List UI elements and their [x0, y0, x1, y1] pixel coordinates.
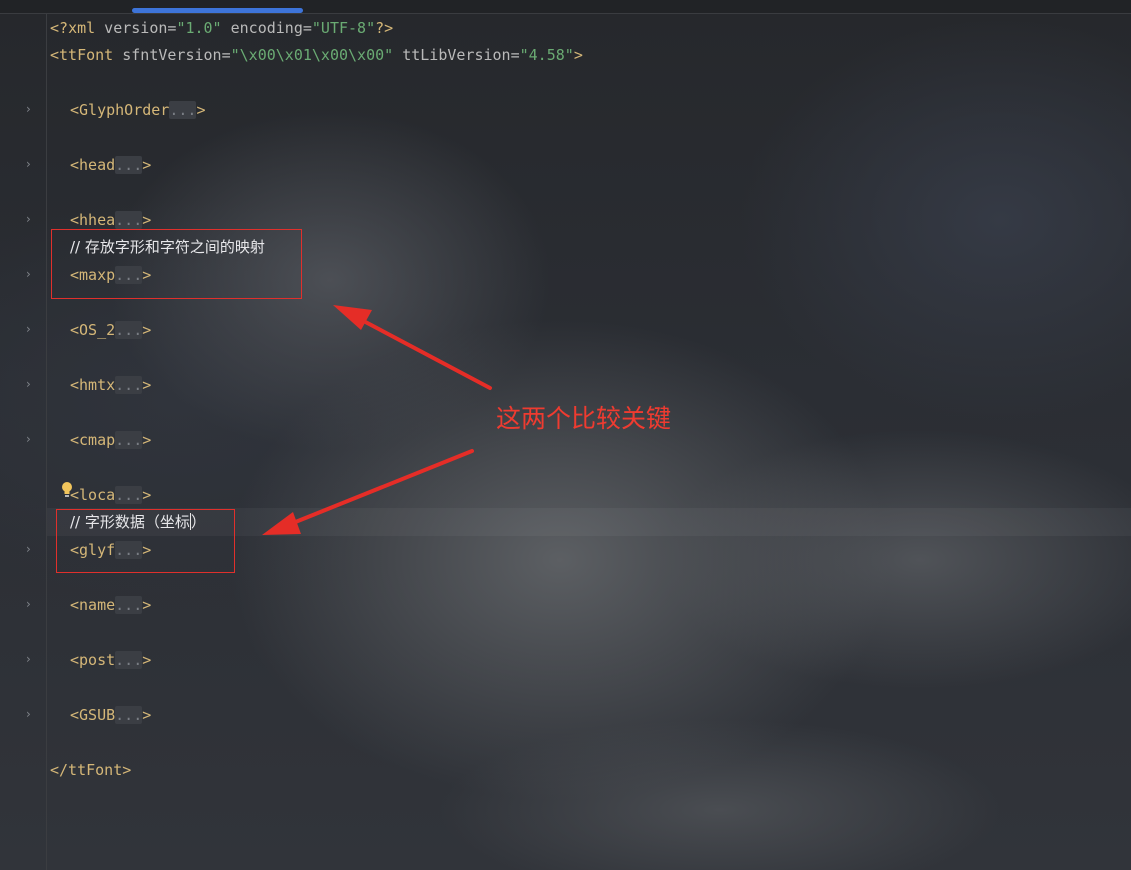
- arrow-to-glyf: [262, 449, 474, 535]
- arrow-to-maxp: [333, 305, 492, 390]
- code-editor[interactable]: › › › › › › › › › › › <?xml version="1.0…: [0, 0, 1131, 870]
- annotation-label: 这两个比较关键: [496, 404, 672, 433]
